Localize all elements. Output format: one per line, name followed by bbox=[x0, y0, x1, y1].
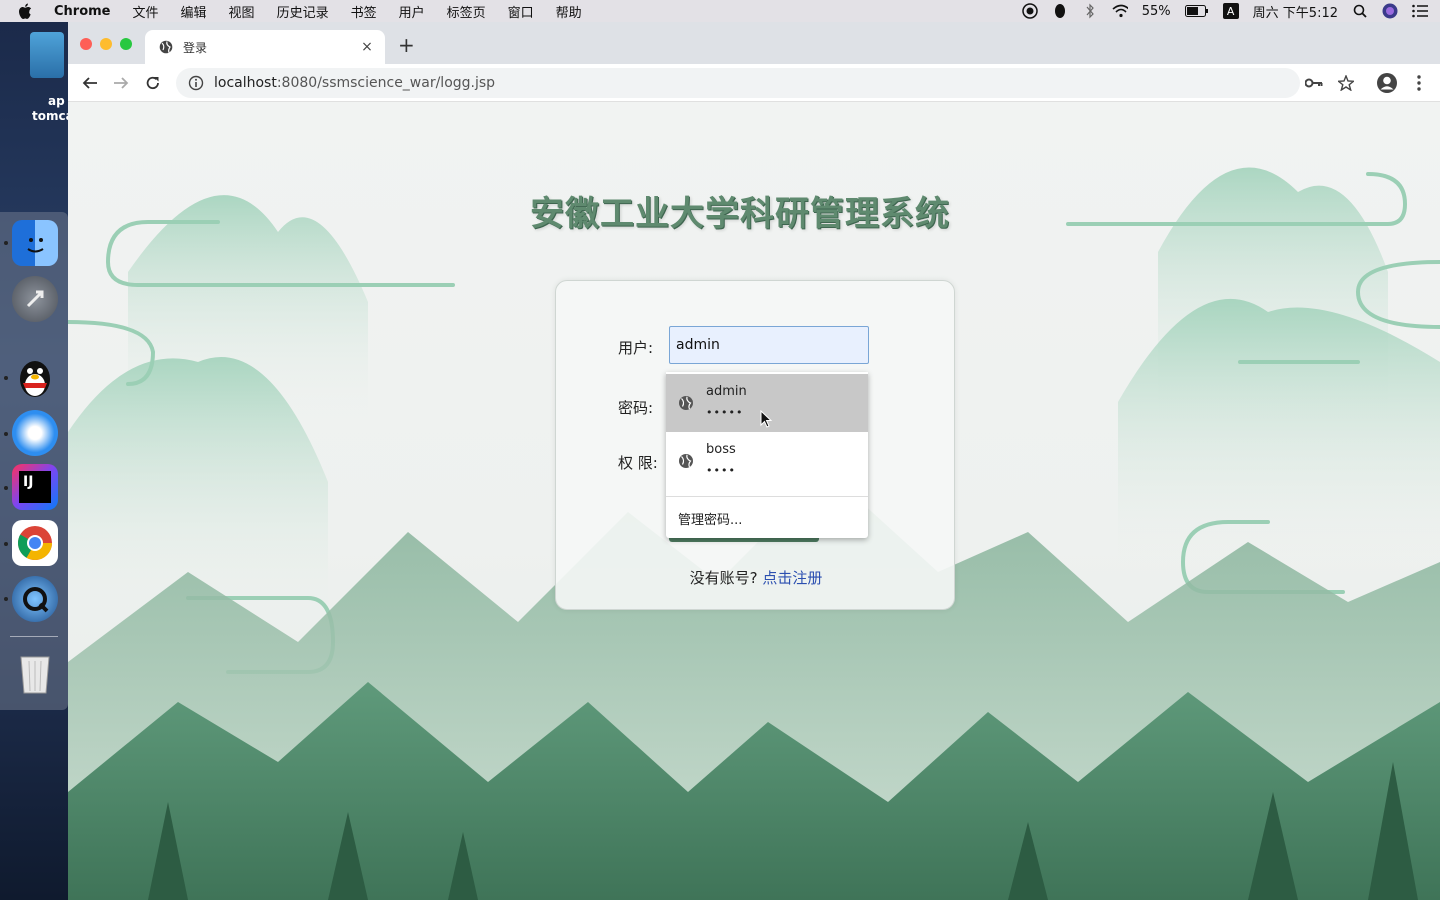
menu-app-chrome[interactable]: Chrome bbox=[54, 4, 111, 19]
user-label: 用户: bbox=[618, 339, 654, 357]
menubar-clock[interactable]: 周六 下午5:12 bbox=[1253, 2, 1338, 21]
reload-icon[interactable] bbox=[143, 73, 163, 93]
menu-window[interactable]: 窗口 bbox=[508, 2, 534, 21]
menu-tab[interactable]: 标签页 bbox=[447, 2, 486, 21]
menu-bookmarks[interactable]: 书签 bbox=[351, 2, 377, 21]
menu-view[interactable]: 视图 bbox=[229, 2, 255, 21]
siri-icon[interactable] bbox=[1382, 3, 1398, 19]
spotlight-search-icon[interactable] bbox=[1352, 3, 1368, 19]
password-label: 密码: bbox=[618, 399, 654, 417]
tab-strip: 登录 × + bbox=[68, 22, 1440, 64]
battery-icon[interactable] bbox=[1184, 3, 1209, 19]
new-tab-button[interactable]: + bbox=[398, 35, 415, 55]
dock-running-indicator bbox=[4, 241, 8, 245]
macos-menubar: Chrome 文件 编辑 视图 历史记录 书签 用户 标签页 窗口 帮助 55%… bbox=[0, 0, 1440, 22]
menu-history[interactable]: 历史记录 bbox=[277, 2, 329, 21]
login-page: 安徽工业大学科研管理系统 用户: 密码: 权 限: 没有账号? 点击注册 adm… bbox=[68, 102, 1440, 900]
globe-icon bbox=[679, 396, 693, 410]
dock-separator bbox=[10, 636, 58, 637]
desktop-icon-label: ap tomca bbox=[32, 94, 74, 123]
desktop-folder-icon[interactable] bbox=[30, 32, 64, 78]
qq-icon[interactable] bbox=[12, 354, 58, 400]
dock-running-indicator bbox=[4, 542, 8, 546]
launchpad-rocket-icon[interactable] bbox=[12, 276, 58, 322]
dock-running-indicator bbox=[4, 486, 8, 490]
address-bar[interactable]: localhost:8080/ssmscience_war/logg.jsp bbox=[176, 68, 1300, 98]
more-menu-icon[interactable] bbox=[1409, 73, 1429, 93]
username-input[interactable] bbox=[669, 326, 869, 364]
suggestion-password: •••• bbox=[706, 464, 736, 477]
tab-login[interactable]: 登录 × bbox=[145, 30, 385, 64]
globe-icon bbox=[679, 454, 693, 468]
suggestion-username: admin bbox=[706, 384, 747, 399]
tab-close-icon[interactable]: × bbox=[359, 39, 375, 55]
menubar-status-area: 55% A 周六 下午5:12 bbox=[1022, 0, 1428, 22]
apple-menu-icon[interactable] bbox=[18, 3, 40, 19]
register-link[interactable]: 点击注册 bbox=[762, 569, 822, 587]
globe-icon bbox=[159, 40, 173, 54]
password-autofill-dropdown: admin ••••• boss •••• 管理密码... bbox=[666, 372, 868, 538]
battery-percent: 55% bbox=[1141, 3, 1171, 19]
input-method-icon[interactable]: A bbox=[1222, 3, 1239, 19]
trash-icon[interactable] bbox=[12, 650, 58, 696]
dropdown-divider bbox=[666, 496, 868, 497]
menu-edit[interactable]: 编辑 bbox=[181, 2, 207, 21]
dock-running-indicator bbox=[4, 432, 8, 436]
chrome-icon[interactable] bbox=[12, 520, 58, 566]
site-info-icon[interactable] bbox=[188, 75, 204, 91]
qq-penguin-icon[interactable] bbox=[1052, 3, 1068, 19]
page-title: 安徽工业大学科研管理系统 bbox=[530, 194, 950, 234]
menu-help[interactable]: 帮助 bbox=[556, 2, 582, 21]
profile-avatar-icon[interactable] bbox=[1375, 71, 1399, 95]
zoom-window-button[interactable] bbox=[120, 38, 132, 50]
mouse-cursor-icon bbox=[760, 410, 773, 428]
wifi-icon[interactable] bbox=[1112, 3, 1128, 19]
finder-icon[interactable] bbox=[12, 220, 58, 266]
screen-record-icon[interactable] bbox=[1022, 3, 1038, 19]
forward-icon[interactable] bbox=[111, 73, 131, 93]
dock-running-indicator bbox=[4, 597, 8, 601]
intellij-idea-icon[interactable]: IJ bbox=[12, 464, 58, 510]
tab-title: 登录 bbox=[183, 40, 208, 55]
password-key-icon[interactable] bbox=[1304, 73, 1324, 93]
bluetooth-icon[interactable] bbox=[1082, 3, 1098, 19]
suggestion-username: boss bbox=[706, 442, 736, 457]
dock-running-indicator bbox=[4, 376, 8, 380]
chrome-window: 登录 × + localhost:8080/ssmscience_war/log… bbox=[68, 22, 1440, 900]
bookmark-star-icon[interactable] bbox=[1336, 73, 1356, 93]
back-icon[interactable] bbox=[80, 73, 100, 93]
minimize-window-button[interactable] bbox=[100, 38, 112, 50]
suggestion-password: ••••• bbox=[706, 406, 744, 419]
register-prompt: 没有账号? 点击注册 bbox=[689, 569, 823, 587]
manage-passwords-link[interactable]: 管理密码... bbox=[678, 509, 742, 528]
cloud-app-icon[interactable] bbox=[12, 410, 58, 456]
dock: IJ bbox=[0, 212, 68, 710]
menu-file[interactable]: 文件 bbox=[133, 2, 159, 21]
url-text: localhost:8080/ssmscience_war/logg.jsp bbox=[214, 75, 496, 91]
autofill-suggestion[interactable]: boss •••• bbox=[666, 432, 868, 490]
notification-center-icon[interactable] bbox=[1412, 3, 1428, 19]
close-window-button[interactable] bbox=[80, 38, 92, 50]
browser-toolbar: localhost:8080/ssmscience_war/logg.jsp bbox=[68, 64, 1440, 102]
permission-label: 权 限: bbox=[618, 454, 658, 472]
menu-people[interactable]: 用户 bbox=[399, 2, 425, 21]
quicktime-icon[interactable] bbox=[12, 576, 58, 622]
